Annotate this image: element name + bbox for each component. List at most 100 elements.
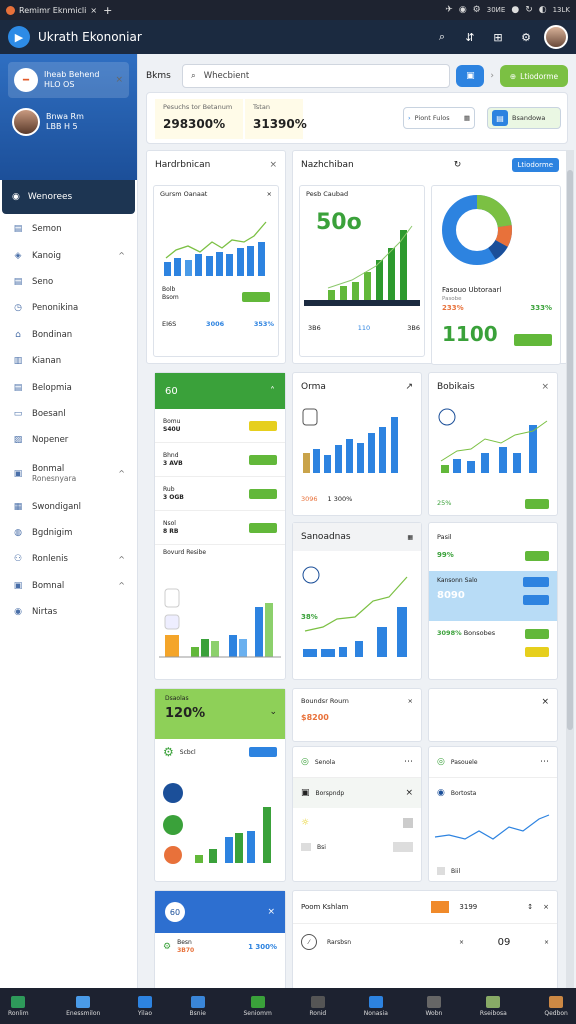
dock-item[interactable]: Bsnie <box>190 995 206 1017</box>
add-button[interactable]: ⊕ Ltiodorme <box>500 65 568 87</box>
dock-item[interactable]: Rseibosa <box>480 995 507 1017</box>
app-header: ▶ Ukrath Ekononiar ⌕ ⇵ ⊞ ⚙ <box>0 20 576 54</box>
app-logo-icon[interactable]: ▶ <box>8 26 30 48</box>
sidebar-item[interactable]: ◉ Nirtas <box>0 599 137 625</box>
sidebar-item[interactable]: ◍ Bgdnigim <box>0 520 137 546</box>
sidebar-item[interactable]: ▣ Bonmal Ronesnyara ^ <box>0 454 137 494</box>
grid-icon[interactable]: ⊞ <box>488 31 508 44</box>
bar-line-chart <box>438 408 548 473</box>
profile-card[interactable]: Bnwa Rm LBB H 5 <box>8 106 129 138</box>
sidebar-item[interactable]: ▭ Boesanl <box>0 401 137 427</box>
more-icon[interactable]: ⋯ <box>540 757 549 767</box>
blue-card: 60 × ⚙ Besn 3B70 1 300% <box>154 890 286 990</box>
app-icon <box>250 995 265 1008</box>
record-icon[interactable]: ◉ <box>459 5 467 15</box>
dock-item[interactable]: Wobn <box>425 995 442 1017</box>
chevron-up-icon[interactable]: ^ <box>118 469 125 478</box>
dock-item[interactable]: Enessmilon <box>66 995 100 1017</box>
pin-icon[interactable]: ✈ <box>445 5 453 15</box>
kpi-filter-label: Piont Fulos <box>414 114 450 122</box>
chevron-down-icon[interactable]: ⌄ <box>269 707 277 717</box>
chrome-icon[interactable]: ◐ <box>539 5 547 15</box>
dock-item[interactable]: Seniomm <box>244 995 272 1017</box>
action-button[interactable]: ▣ <box>456 65 485 87</box>
dock-item[interactable]: Nonasia <box>364 995 388 1017</box>
close-icon[interactable]: × <box>408 697 413 705</box>
chevron-up-icon[interactable]: ^ <box>118 251 125 260</box>
list-item[interactable]: Bomu S40U <box>155 409 285 443</box>
search-input[interactable]: ⌕ Whecbient <box>182 64 451 88</box>
scrollbar[interactable] <box>566 150 574 988</box>
close-icon[interactable]: × <box>269 160 277 170</box>
highlight-row[interactable]: Kansonn Salo 8090 <box>429 571 557 621</box>
sidebar-item[interactable]: ◈ Kanoig ^ <box>0 242 137 268</box>
list-label: Bsi <box>317 843 326 851</box>
dock-item[interactable]: Qedbon <box>544 995 568 1017</box>
user-icon[interactable]: ● <box>511 5 519 15</box>
arrow-icon: › <box>408 114 411 122</box>
doc-icon: ▤ <box>13 224 23 235</box>
avatar[interactable] <box>544 25 568 49</box>
list-value: 3 OGB <box>163 493 184 501</box>
monitor-icon: ▣ <box>13 580 23 591</box>
close-icon[interactable]: × <box>90 6 97 15</box>
sidebar-item[interactable]: ▤ Belopmia <box>0 374 137 400</box>
refresh-icon[interactable]: ↻ <box>454 160 462 170</box>
sidebar-item[interactable]: ▨ Nopener <box>0 427 137 453</box>
close-icon[interactable]: × <box>541 382 549 392</box>
dock-item[interactable]: Ronlim <box>8 995 29 1017</box>
list-label: Bomu <box>163 417 181 425</box>
close-icon[interactable]: × <box>459 939 464 946</box>
close-icon[interactable]: × <box>267 190 272 198</box>
status-pill <box>525 647 549 657</box>
close-icon[interactable]: × <box>429 689 557 715</box>
search-icon[interactable]: ⌕ <box>432 30 452 44</box>
sidebar-item-label: Semon <box>32 224 62 235</box>
new-tab-icon[interactable]: + <box>103 4 112 17</box>
chevron-up-icon[interactable]: ^ <box>118 581 125 590</box>
sidebar-item[interactable]: ⚇ Ronlenis ^ <box>0 546 137 572</box>
more-icon[interactable]: ⋯ <box>404 757 413 767</box>
list-item[interactable]: Bhnd 3 AVB <box>155 443 285 477</box>
panel-action-button[interactable]: Ltiodorme <box>511 158 559 172</box>
kpi-action-button[interactable]: ▤ Bsandowa <box>487 107 561 129</box>
sidebar-item[interactable]: ▤ Seno <box>0 269 137 295</box>
sidebar-item[interactable]: ▥ Kianan <box>0 348 137 374</box>
filter-icon[interactable]: ⇵ <box>460 31 480 44</box>
close-icon[interactable]: × <box>115 75 123 85</box>
dock-item[interactable]: Ronid <box>309 995 327 1017</box>
close-icon[interactable]: × <box>544 939 549 946</box>
kpi-action-label: Bsandowa <box>512 114 546 122</box>
close-icon[interactable]: × <box>405 788 413 798</box>
pen-icon: ⁄ <box>301 934 317 950</box>
sidebar-item[interactable]: ▤ Semon <box>0 216 137 242</box>
sidebar-item[interactable]: ▣ Bomnal ^ <box>0 573 137 599</box>
list-item[interactable]: Rub 3 OGB <box>155 477 285 511</box>
dock-label: Ronid <box>309 1009 327 1017</box>
sidebar-item[interactable]: ◷ Penonikina <box>0 295 137 321</box>
close-icon[interactable]: × <box>543 903 549 911</box>
account-card[interactable]: ━ Iheab Behend HLO OS × <box>8 62 129 98</box>
browser-tab[interactable]: Remimr Eknmicli × <box>6 5 97 15</box>
sidebar-item[interactable]: ⌂ Bondinan <box>0 322 137 348</box>
status-pill <box>523 577 549 587</box>
chevron-up-icon[interactable]: ^ <box>118 555 125 564</box>
arrow-icon[interactable]: ↕ <box>527 903 533 911</box>
sidebar-item-active[interactable]: ◉ Wenorees <box>2 180 135 214</box>
settings-icon[interactable]: ⚙ <box>516 31 536 44</box>
close-icon[interactable]: × <box>267 907 275 917</box>
settings-icon[interactable]: ⚙ <box>473 5 481 15</box>
list-item[interactable]: Nsol 8 RB <box>155 511 285 545</box>
share-icon[interactable]: ↗ <box>405 382 413 392</box>
dock-item[interactable]: Yilao <box>138 995 152 1017</box>
kpi-filter-button[interactable]: › Piont Fulos ▦ <box>403 107 475 129</box>
refresh-icon[interactable]: ↻ <box>525 5 533 15</box>
sidebar-item[interactable]: ▦ Swondiganl <box>0 494 137 520</box>
chevron-up-icon[interactable]: ˄ <box>270 386 275 397</box>
stat-value: 99% <box>437 551 454 559</box>
globe-icon: ◉ <box>437 788 445 798</box>
stat-value: 3B70 <box>177 947 195 954</box>
card-title: 60 <box>165 902 185 922</box>
circle-icon: ◍ <box>14 528 22 539</box>
stat-value: 3006 <box>206 320 225 328</box>
